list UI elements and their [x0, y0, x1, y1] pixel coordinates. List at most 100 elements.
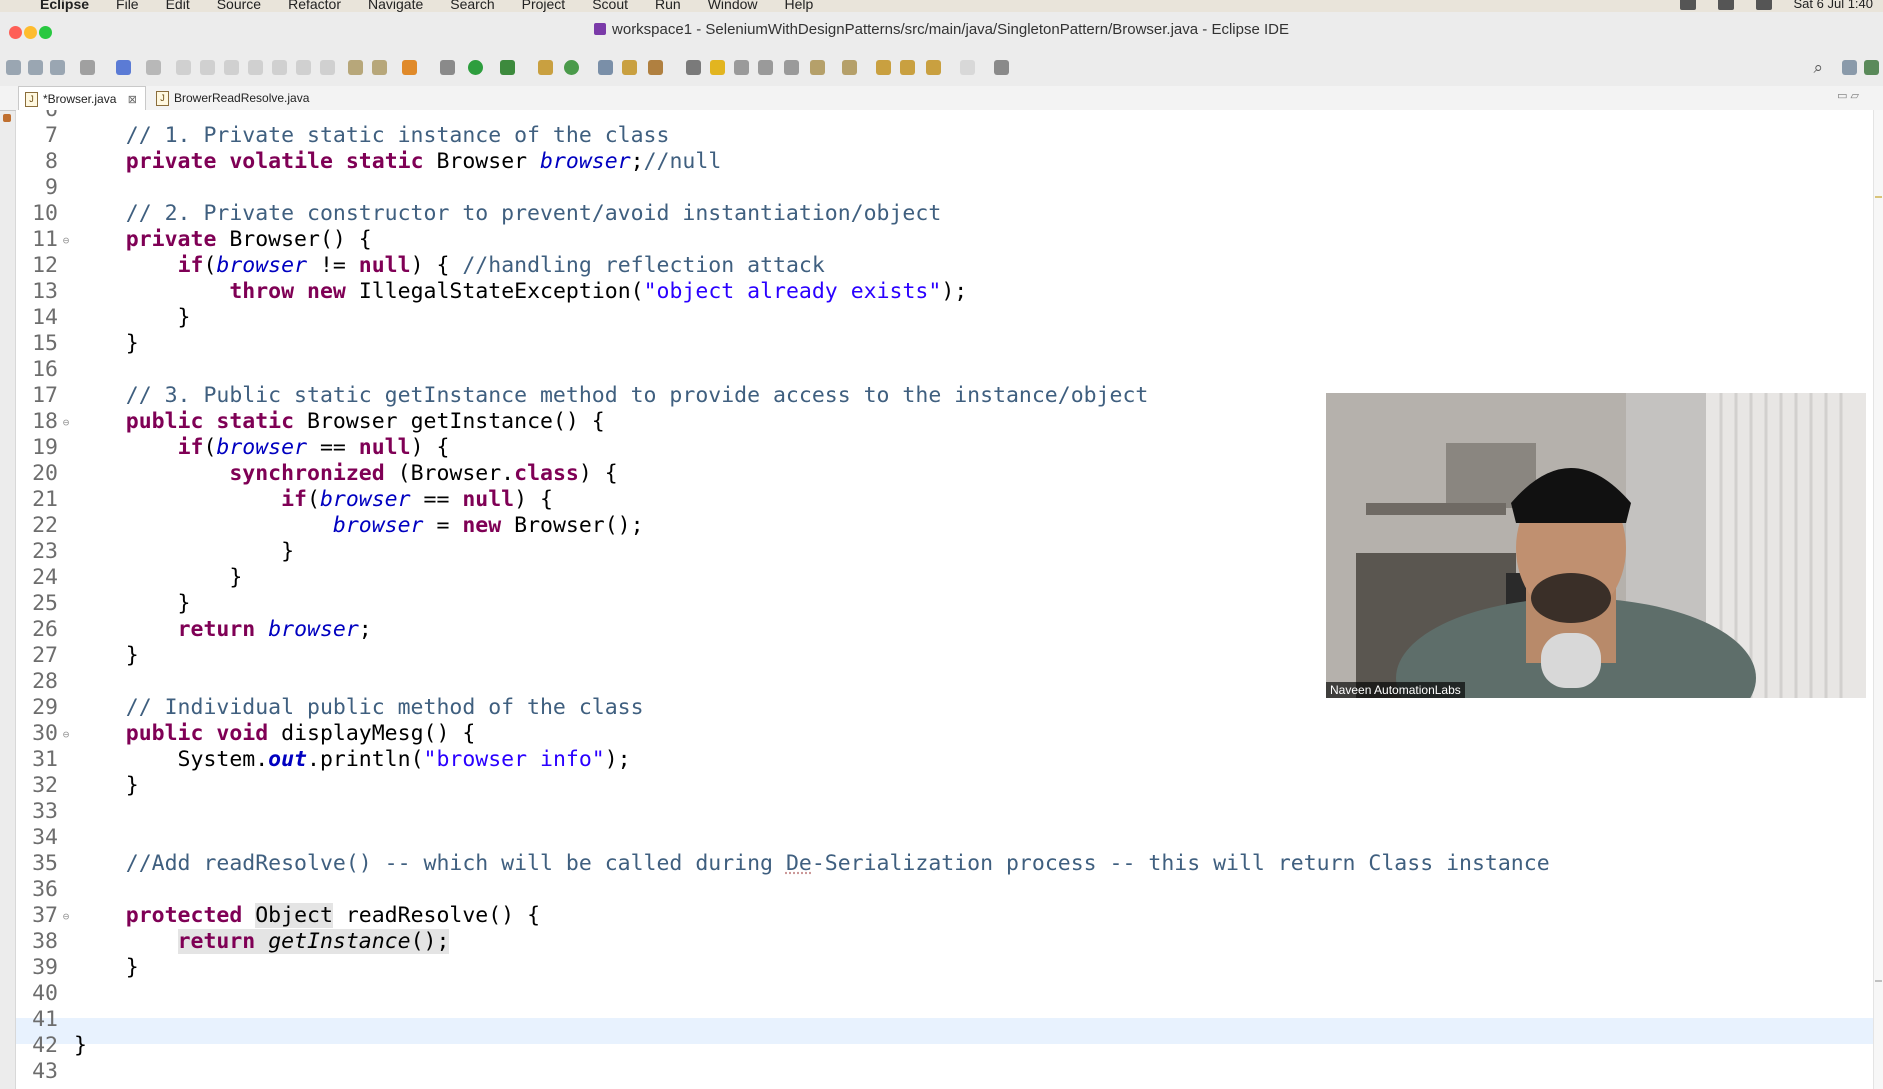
- code-text[interactable]: protected Object readResolve() {: [74, 903, 540, 929]
- code-line[interactable]: 29 // Individual public method of the cl…: [16, 695, 644, 721]
- code-text[interactable]: // Individual public method of the class: [74, 695, 644, 721]
- code-text[interactable]: }: [74, 773, 139, 799]
- next-edit-icon[interactable]: [960, 60, 975, 75]
- code-line[interactable]: 34: [16, 825, 74, 851]
- code-line[interactable]: 41: [16, 1007, 74, 1033]
- code-line[interactable]: 6: [16, 110, 74, 123]
- menu-item-project[interactable]: Project: [522, 0, 566, 12]
- menu-item-run[interactable]: Run: [655, 0, 681, 12]
- block-selection-icon[interactable]: [734, 60, 749, 75]
- code-line[interactable]: 9: [16, 175, 74, 201]
- code-line[interactable]: 7 // 1. Private static instance of the c…: [16, 123, 669, 149]
- code-text[interactable]: return getInstance();: [74, 929, 450, 955]
- java-perspective-icon[interactable]: [1864, 60, 1879, 75]
- battery-icon[interactable]: [1717, 0, 1734, 10]
- menu-item-search[interactable]: Search: [450, 0, 494, 12]
- clock[interactable]: Sat 6 Jul 1:40: [1794, 0, 1874, 11]
- coverage-icon[interactable]: [372, 60, 387, 75]
- menu-item-refactor[interactable]: Refactor: [288, 0, 341, 12]
- console-icon[interactable]: [116, 60, 131, 75]
- code-text[interactable]: private volatile static Browser browser;…: [74, 149, 721, 175]
- overview-ruler[interactable]: [1873, 110, 1883, 1089]
- code-line[interactable]: 8 private volatile static Browser browse…: [16, 149, 721, 175]
- previous-annotation-icon[interactable]: [842, 60, 857, 75]
- search-tool-icon[interactable]: [648, 60, 663, 75]
- overview-marker[interactable]: [1875, 196, 1882, 198]
- fold-toggle-icon[interactable]: ⊖: [58, 904, 74, 930]
- code-text[interactable]: throw new IllegalStateException("object …: [74, 279, 967, 305]
- code-line[interactable]: 20 synchronized (Browser.class) {: [16, 461, 618, 487]
- code-text[interactable]: }: [74, 305, 191, 331]
- code-line[interactable]: 42}: [16, 1033, 87, 1059]
- global-search-icon[interactable]: ⌕: [1813, 58, 1823, 78]
- show-whitespace-icon[interactable]: [758, 60, 773, 75]
- code-text[interactable]: public static Browser getInstance() {: [74, 409, 605, 435]
- code-text[interactable]: browser = new Browser();: [74, 513, 644, 539]
- search-icon[interactable]: [1755, 0, 1772, 10]
- code-text[interactable]: if(browser != null) { //handling reflect…: [74, 253, 825, 279]
- skip-breakpoints-icon[interactable]: [146, 60, 161, 75]
- code-text[interactable]: }: [74, 565, 242, 591]
- code-text[interactable]: public void displayMesg() {: [74, 721, 476, 747]
- new-java-project-icon[interactable]: [538, 60, 553, 75]
- code-text[interactable]: // 1. Private static instance of the cla…: [74, 123, 670, 149]
- code-line[interactable]: 22 browser = new Browser();: [16, 513, 644, 539]
- code-line[interactable]: 24 }: [16, 565, 242, 591]
- toggle-mark-occurrences-icon[interactable]: [686, 60, 701, 75]
- run-external-tools-icon[interactable]: [500, 60, 515, 75]
- code-text[interactable]: // 3. Public static getInstance method t…: [74, 383, 1149, 409]
- code-line[interactable]: 10 // 2. Private constructor to prevent/…: [16, 201, 941, 227]
- pilcrow-icon[interactable]: [784, 60, 799, 75]
- code-line[interactable]: 43: [16, 1059, 74, 1085]
- code-line[interactable]: 28: [16, 669, 74, 695]
- overview-marker[interactable]: [1875, 980, 1882, 982]
- tab-browerreadresolve-java[interactable]: J BrowerReadResolve.java: [150, 86, 317, 110]
- open-folder-icon[interactable]: [622, 60, 637, 75]
- code-line[interactable]: 38 return getInstance();: [16, 929, 450, 955]
- step-into-icon[interactable]: [272, 60, 287, 75]
- menu-item-edit[interactable]: Edit: [166, 0, 190, 12]
- code-line[interactable]: 17 // 3. Public static getInstance metho…: [16, 383, 1148, 409]
- code-line[interactable]: 25 }: [16, 591, 191, 617]
- debug-icon[interactable]: [440, 60, 455, 75]
- code-line[interactable]: 19 if(browser == null) {: [16, 435, 449, 461]
- last-edit-icon[interactable]: [926, 60, 941, 75]
- code-text[interactable]: }: [74, 591, 191, 617]
- code-line[interactable]: 12 if(browser != null) { //handling refl…: [16, 253, 825, 279]
- wifi-icon[interactable]: [1679, 0, 1696, 10]
- code-line[interactable]: 39 }: [16, 955, 139, 981]
- code-line[interactable]: 30 ⊖ public void displayMesg() {: [16, 721, 475, 747]
- fold-toggle-icon[interactable]: ⊖: [58, 410, 74, 436]
- fold-toggle-icon[interactable]: ⊖: [58, 228, 74, 254]
- code-line[interactable]: 35 //Add readResolve() -- which will be …: [16, 851, 1550, 877]
- minimize-maximize-icons[interactable]: ▭ ▱: [1837, 89, 1859, 102]
- code-text[interactable]: //Add readResolve() -- which will be cal…: [74, 851, 1550, 877]
- code-line[interactable]: 26 return browser;: [16, 617, 372, 643]
- menu-item-scout[interactable]: Scout: [592, 0, 628, 12]
- code-line[interactable]: 16: [16, 357, 74, 383]
- code-text[interactable]: }: [74, 1033, 87, 1059]
- code-text[interactable]: return browser;: [74, 617, 372, 643]
- code-line[interactable]: 14 }: [16, 305, 191, 331]
- suspend-icon[interactable]: [200, 60, 215, 75]
- menu-item-window[interactable]: Window: [708, 0, 758, 12]
- code-text[interactable]: synchronized (Browser.class) {: [74, 461, 617, 487]
- step-return-icon[interactable]: [320, 60, 335, 75]
- highlight-icon[interactable]: [710, 60, 725, 75]
- save-all-icon[interactable]: [50, 60, 65, 75]
- open-perspective-icon[interactable]: [1842, 60, 1857, 75]
- code-text[interactable]: }: [74, 331, 139, 357]
- code-text[interactable]: }: [74, 643, 139, 669]
- forward-icon[interactable]: [900, 60, 915, 75]
- run-icon[interactable]: [468, 60, 483, 75]
- code-line[interactable]: 33: [16, 799, 74, 825]
- disconnect-icon[interactable]: [248, 60, 263, 75]
- code-line[interactable]: 15 }: [16, 331, 139, 357]
- code-line[interactable]: 21 if(browser == null) {: [16, 487, 553, 513]
- code-line[interactable]: 13 throw new IllegalStateException("obje…: [16, 279, 967, 305]
- code-text[interactable]: // 2. Private constructor to prevent/avo…: [74, 201, 941, 227]
- new-class-icon[interactable]: [564, 60, 579, 75]
- new-icon[interactable]: [6, 60, 21, 75]
- open-type-icon[interactable]: [598, 60, 613, 75]
- menu-item-help[interactable]: Help: [785, 0, 814, 12]
